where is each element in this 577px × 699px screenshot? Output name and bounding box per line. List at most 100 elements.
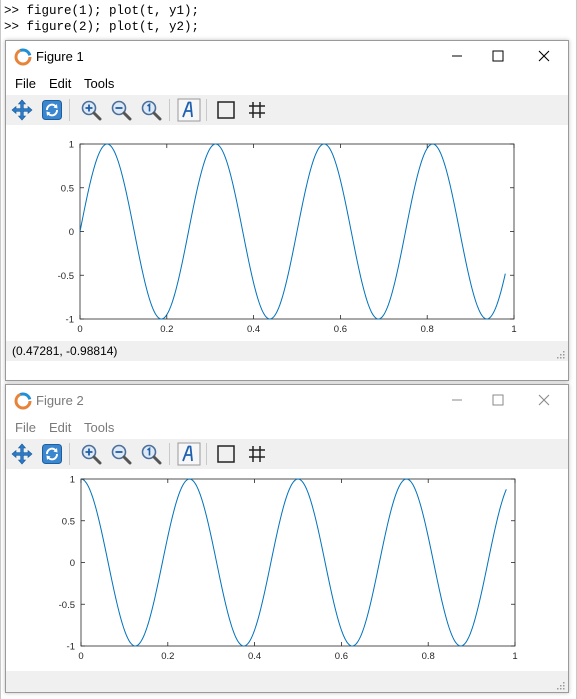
menu-edit[interactable]: Edit — [49, 420, 71, 435]
octave-app-icon — [14, 392, 32, 410]
rotate-button[interactable] — [40, 442, 64, 466]
toggle-grid-icon — [249, 102, 265, 118]
x-tick-label: 1 — [512, 651, 517, 662]
axes-box — [80, 478, 516, 647]
zoom-in-icon — [81, 444, 102, 465]
zoom-out-button[interactable] — [109, 98, 133, 122]
x-tick-label: 0.2 — [160, 324, 173, 335]
zoom-reset-button[interactable] — [139, 442, 163, 466]
y-tick-label: 0 — [69, 227, 74, 238]
y-tick-label: -0.5 — [59, 600, 75, 611]
pan-button[interactable] — [10, 98, 34, 122]
y-tick-label: 0.5 — [62, 516, 75, 527]
x-tick-label: 0.6 — [334, 324, 347, 335]
series-line — [79, 143, 506, 320]
toolbar-separator — [69, 443, 70, 465]
toggle-axes-box-icon — [217, 445, 235, 463]
series-line — [80, 478, 507, 647]
x-tick-label: 0.6 — [335, 651, 348, 662]
close-button[interactable] — [521, 385, 567, 415]
toolbar-separator — [206, 99, 207, 121]
y-tick-label: 0 — [70, 558, 75, 569]
title-bar[interactable]: Figure 2 — [6, 385, 568, 417]
zoom-out-icon — [111, 444, 132, 465]
toolbar-separator — [169, 99, 170, 121]
octave-app-icon — [14, 48, 32, 66]
line-chart[interactable]: 0 0.2 0.4 0.6 0.8 1 -1 -0.5 0 0.5 1 — [6, 469, 568, 671]
menu-file[interactable]: File — [15, 420, 36, 435]
resize-grip-icon[interactable] — [556, 681, 565, 690]
toggle-grid-button[interactable] — [245, 442, 269, 466]
plot-area[interactable]: 0 0.2 0.4 0.6 0.8 1 -1 -0.5 0 0.5 1 — [6, 469, 568, 671]
maximize-icon — [492, 50, 504, 62]
maximize-button[interactable] — [475, 41, 521, 71]
y-tick-label: -0.5 — [58, 271, 74, 282]
toggle-grid-icon — [249, 446, 265, 462]
rotate-button[interactable] — [40, 98, 64, 122]
maximize-button[interactable] — [475, 385, 521, 415]
menu-bar: File Edit Tools — [6, 417, 568, 439]
minimize-button[interactable] — [434, 385, 480, 415]
console-prompt: >> — [4, 20, 20, 34]
close-button[interactable] — [521, 41, 567, 71]
insert-text-icon — [177, 98, 201, 122]
x-tick-label: 0 — [77, 324, 82, 335]
insert-text-button[interactable] — [177, 442, 201, 466]
title-bar[interactable]: Figure 1 — [6, 41, 568, 73]
rotate-icon — [42, 444, 62, 464]
figure-window-1[interactable]: Figure 1 File Edit Tools 0 0.2 0.4 0.6 0.8 1 -… — [5, 40, 569, 381]
command-line-1: >> figure(1); plot(t, y1); — [4, 4, 199, 18]
close-icon — [538, 50, 550, 62]
zoom-reset-button[interactable] — [139, 98, 163, 122]
window-title: Figure 2 — [36, 393, 84, 408]
console-command: figure(2); plot(t, y2); — [19, 20, 200, 34]
x-tick-label: 0.2 — [161, 651, 174, 662]
menu-file[interactable]: File — [15, 76, 36, 91]
rotate-icon — [42, 100, 62, 120]
toggle-axes-box-button[interactable] — [214, 98, 238, 122]
figure-window-2[interactable]: Figure 2 File Edit Tools 0 0.2 0.4 0.6 0.8 1 -… — [5, 384, 569, 693]
insert-text-button[interactable] — [177, 98, 201, 122]
x-tick-label: 0.4 — [248, 651, 261, 662]
plot-area[interactable]: 0 0.2 0.4 0.6 0.8 1 -1 -0.5 0 0.5 1 — [6, 125, 568, 341]
menu-tools[interactable]: Tools — [84, 76, 114, 91]
minimize-button[interactable] — [434, 41, 480, 71]
zoom-in-button[interactable] — [79, 442, 103, 466]
toggle-axes-box-button[interactable] — [214, 442, 238, 466]
figure-toolbar — [6, 439, 568, 469]
menu-edit[interactable]: Edit — [49, 76, 71, 91]
console-prompt: >> — [4, 4, 20, 18]
toggle-grid-button[interactable] — [245, 98, 269, 122]
minimize-icon — [452, 399, 462, 401]
toolbar-separator — [69, 99, 70, 121]
menu-tools[interactable]: Tools — [84, 420, 114, 435]
x-tick-label: 0.4 — [247, 324, 260, 335]
x-tick-label: 0.8 — [422, 651, 435, 662]
close-icon — [538, 394, 550, 406]
x-tick-label: 0.8 — [421, 324, 434, 335]
minimize-icon — [452, 55, 462, 57]
insert-text-icon — [177, 442, 201, 466]
y-tick-label: 1 — [69, 140, 74, 151]
y-tick-label: -1 — [66, 315, 74, 326]
zoom-reset-icon — [141, 100, 162, 121]
zoom-out-button[interactable] — [109, 442, 133, 466]
zoom-in-icon — [81, 100, 102, 121]
y-tick-label: -1 — [67, 642, 75, 653]
maximize-icon — [492, 394, 504, 406]
pan-button[interactable] — [10, 442, 34, 466]
pan-icon — [11, 99, 33, 121]
x-tick-label: 0 — [78, 651, 83, 662]
x-tick-label: 1 — [511, 324, 516, 335]
line-chart[interactable]: 0 0.2 0.4 0.6 0.8 1 -1 -0.5 0 0.5 1 — [6, 125, 568, 341]
command-line-2: >> figure(2); plot(t, y2); — [4, 20, 199, 34]
window-title: Figure 1 — [36, 49, 84, 64]
resize-grip-icon[interactable] — [556, 350, 565, 359]
zoom-out-icon — [111, 100, 132, 121]
toolbar-separator — [206, 443, 207, 465]
toggle-axes-box-icon — [217, 101, 235, 119]
pan-icon — [11, 443, 33, 465]
zoom-reset-icon — [141, 444, 162, 465]
zoom-in-button[interactable] — [79, 98, 103, 122]
toolbar-separator — [169, 443, 170, 465]
